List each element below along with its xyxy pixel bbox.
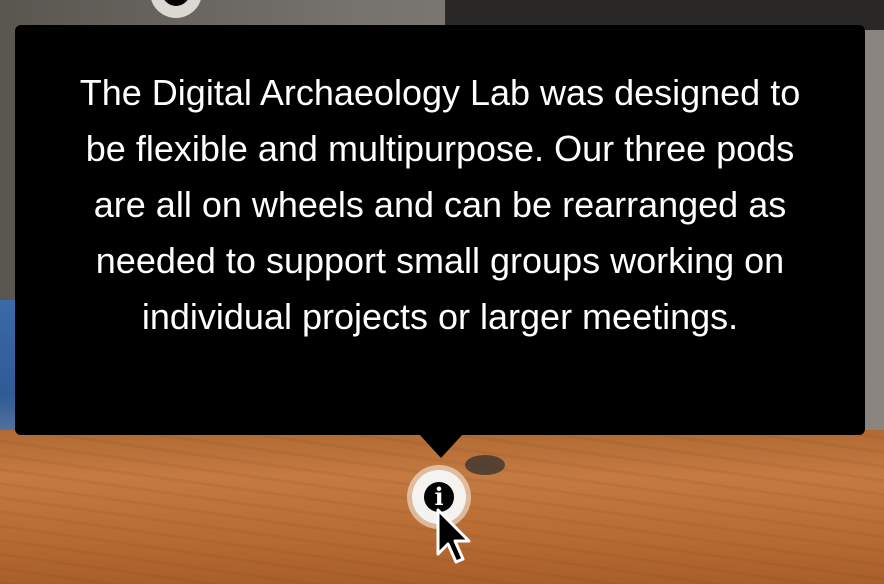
table-object bbox=[465, 455, 505, 475]
tooltip-text: The Digital Archaeology Lab was designed… bbox=[79, 72, 801, 337]
tooltip-arrow bbox=[419, 434, 463, 458]
info-hotspot-partial[interactable] bbox=[150, 0, 202, 18]
info-tooltip: The Digital Archaeology Lab was designed… bbox=[15, 25, 865, 435]
panorama-scene[interactable]: The Digital Archaeology Lab was designed… bbox=[0, 0, 884, 584]
mouse-pointer-icon bbox=[436, 508, 471, 564]
